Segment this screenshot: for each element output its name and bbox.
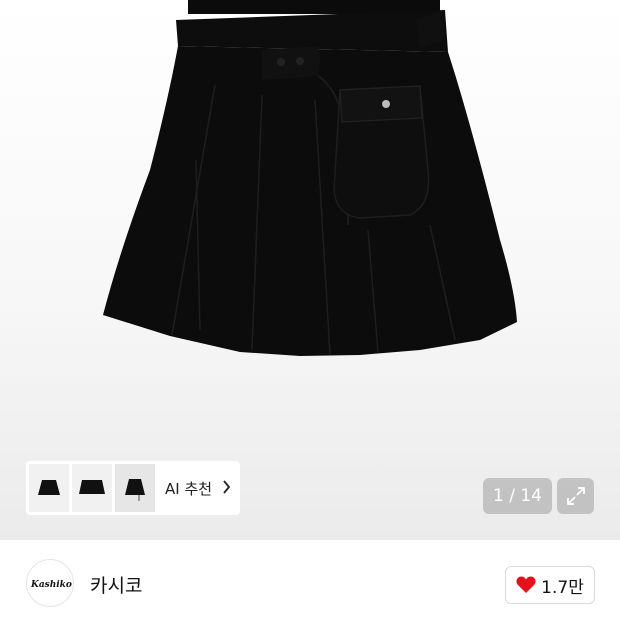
thumbnail-2[interactable] [72, 464, 112, 512]
heart-icon [516, 576, 536, 593]
ai-recommend-strip[interactable]: AI 추천 [26, 461, 240, 515]
skirt-thumb-icon [125, 479, 145, 501]
expand-button[interactable] [557, 478, 594, 514]
svg-text:Kashiko: Kashiko [30, 580, 72, 590]
brand-logo[interactable]: Kashiko [26, 559, 74, 607]
thumbnail-3[interactable] [115, 464, 155, 512]
ai-recommend-button[interactable]: AI 추천 [165, 478, 231, 499]
skirt-thumb-icon [38, 480, 60, 495]
brand-logo-mark: Kashiko [30, 580, 72, 590]
product-skirt-image [103, 0, 517, 356]
skirt-thumb-icon [79, 480, 105, 494]
like-count: 1.7만 [541, 577, 584, 598]
image-counter: 1 / 14 [483, 478, 552, 514]
product-image-gallery[interactable]: AI 추천 1 / 14 [0, 0, 620, 540]
expand-icon [566, 487, 585, 505]
ai-recommend-label: AI 추천 [165, 479, 213, 498]
brand-name[interactable]: 카시코 [90, 571, 142, 598]
like-button[interactable]: 1.7만 [505, 566, 595, 604]
chevron-right-icon [222, 479, 231, 498]
thumbnail-1[interactable] [29, 464, 69, 512]
